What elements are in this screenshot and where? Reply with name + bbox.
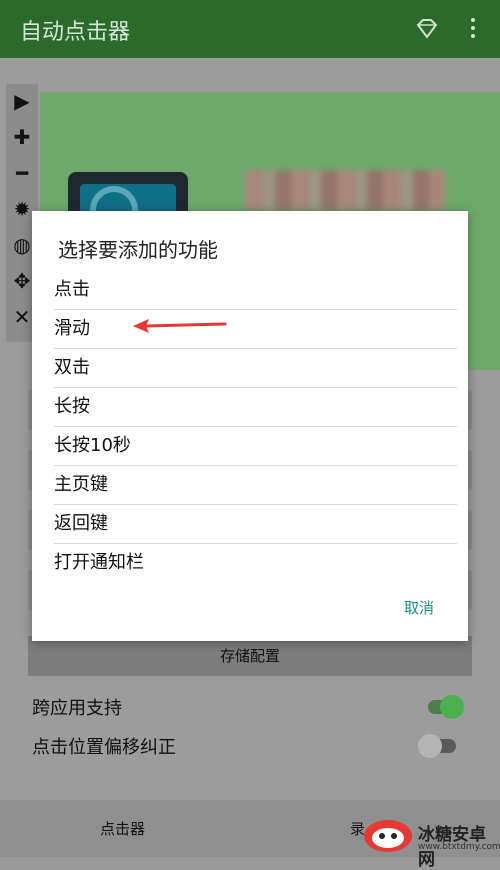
setting-label: 点击位置偏移纠正: [32, 737, 176, 758]
watermark-url: www.btxtdmy.com: [418, 842, 500, 852]
option-long-press-10s[interactable]: 长按10秒: [54, 427, 457, 466]
setting-label: 跨应用支持: [32, 698, 122, 719]
tab-clicker[interactable]: 点击器: [100, 818, 145, 839]
plus-icon[interactable]: ✚: [6, 122, 38, 152]
site-watermark: 冰糖安卓网 www.btxtdmy.com: [360, 808, 500, 870]
option-back-key[interactable]: 返回键: [54, 505, 457, 544]
diamond-icon[interactable]: [414, 16, 440, 42]
offset-correction-toggle[interactable]: [418, 734, 456, 758]
more-vert-icon[interactable]: [466, 14, 480, 44]
app-title: 自动点击器: [20, 20, 131, 45]
play-icon[interactable]: ▶: [6, 86, 38, 116]
option-long-press[interactable]: 长按: [54, 388, 457, 427]
option-open-notification[interactable]: 打开通知栏: [54, 544, 457, 582]
dialog-title: 选择要添加的功能: [58, 238, 218, 262]
annotation-arrow-icon: [133, 319, 227, 333]
app-bar: 自动点击器: [0, 0, 500, 58]
blurred-banner-text: [245, 170, 445, 210]
minus-icon[interactable]: ━: [6, 158, 38, 188]
store-config-button[interactable]: 存储配置: [28, 636, 472, 676]
mascot-logo: [364, 820, 412, 852]
cross-app-toggle[interactable]: [428, 695, 464, 719]
option-click[interactable]: 点击: [54, 271, 457, 310]
option-swipe[interactable]: 滑动: [54, 310, 457, 349]
cancel-button[interactable]: 取消: [404, 597, 434, 618]
option-home-key[interactable]: 主页键: [54, 466, 457, 505]
add-function-dialog: 选择要添加的功能 点击 滑动 双击 长按 长按10秒 主页键 返回键 打开通知栏…: [32, 211, 468, 641]
option-double-click[interactable]: 双击: [54, 349, 457, 388]
